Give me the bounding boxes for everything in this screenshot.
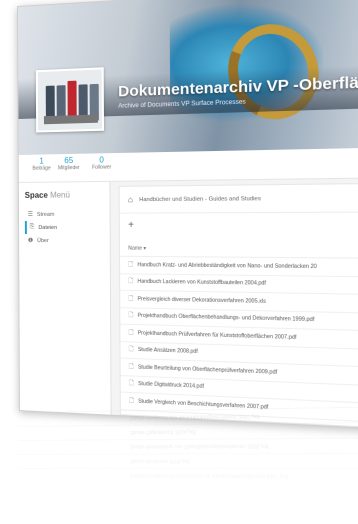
file-icon: 🗋 (128, 363, 134, 371)
column-header-name[interactable]: Name ▾ (119, 233, 358, 260)
home-icon[interactable]: ⌂ (128, 195, 133, 204)
stream-icon: ☰ (27, 211, 34, 218)
sidebar-item-about[interactable]: ❶ Über (25, 234, 104, 247)
sidebar-item-stream[interactable]: ☰ Stream (25, 208, 104, 221)
file-name[interactable]: Handbuch Kratz- und Abriebbeständigkeit … (137, 262, 317, 270)
reflection-row: Studie Ansätzen 2008.pdf (18, 452, 358, 469)
sidebar-title: Space Menü (24, 190, 70, 200)
stat-followers[interactable]: 0 Follower (92, 155, 111, 171)
stat-members[interactable]: 65 Mitglieder (58, 156, 80, 171)
file-icon: 🗋 (128, 261, 134, 268)
info-icon: ❶ (27, 238, 34, 245)
file-icon: 🗋 (128, 380, 134, 388)
reflection-row: Studie Beurteilung von Oberflächenprüfve… (18, 437, 358, 454)
stat-posts[interactable]: 1 Beiträge (32, 156, 50, 171)
breadcrumb: ⌂ Handbücher und Studien - Guides and St… (119, 183, 358, 214)
screenshot-stage: Dokumentenarchiv VP -Oberfläche Archive … (0, 0, 358, 524)
space-body: Space Menü ☰ Stream ⎘ Dateien ❶ Über ⌂ H… (18, 178, 358, 431)
file-icon: 🗋 (128, 295, 134, 303)
file-name[interactable]: Preisvergleich diverser Dekorationsverfa… (138, 296, 266, 305)
file-name[interactable]: Studie Digitaldruck 2014.pdf (138, 381, 204, 390)
file-icon: 🗋 (128, 329, 134, 337)
browser-window: Dokumentenarchiv VP -Oberfläche Archive … (16, 0, 358, 432)
file-name[interactable]: Studie Beurteilung von Oberflächenprüfve… (138, 364, 277, 376)
file-icon: 🗋 (128, 397, 134, 405)
add-icon[interactable]: + (120, 212, 358, 233)
file-name[interactable]: Studie Ansätzen 2008.pdf (138, 347, 198, 355)
file-icon: 🗋 (128, 346, 134, 354)
files-panel: ⌂ Handbücher und Studien - Guides and St… (118, 182, 358, 430)
space-avatar[interactable] (35, 67, 105, 133)
breadcrumb-folder[interactable]: Handbücher und Studien - Guides and Stud… (139, 195, 261, 202)
file-icon: 🗋 (128, 278, 134, 286)
space-banner: Dokumentenarchiv VP -Oberfläche Archive … (17, 0, 358, 155)
file-name[interactable]: Projekthandbuch Oberflächenbehandlungs- … (138, 313, 315, 324)
space-sidebar: Space Menü ☰ Stream ⎘ Dateien ❶ Über (18, 181, 112, 415)
file-list: 🗋 Handbuch Kratz- und Abriebbeständigkeit… (120, 256, 358, 424)
files-icon: ⎘ (29, 223, 35, 231)
file-name[interactable]: Projekthandbuch Prüfverfahren für Kunsts… (138, 330, 297, 341)
file-icon: 🗋 (128, 312, 134, 320)
sidebar-item-files[interactable]: ⎘ Dateien (24, 220, 104, 235)
reflection-row: Projekthandbuch Prüfverfahren für Kunsts… (18, 468, 358, 484)
file-name[interactable]: Handbuch Lackieren von Kunststoffbauteil… (137, 279, 266, 287)
window-reflection: Studie Vergleich von Beschichtungsverfah… (18, 405, 358, 524)
